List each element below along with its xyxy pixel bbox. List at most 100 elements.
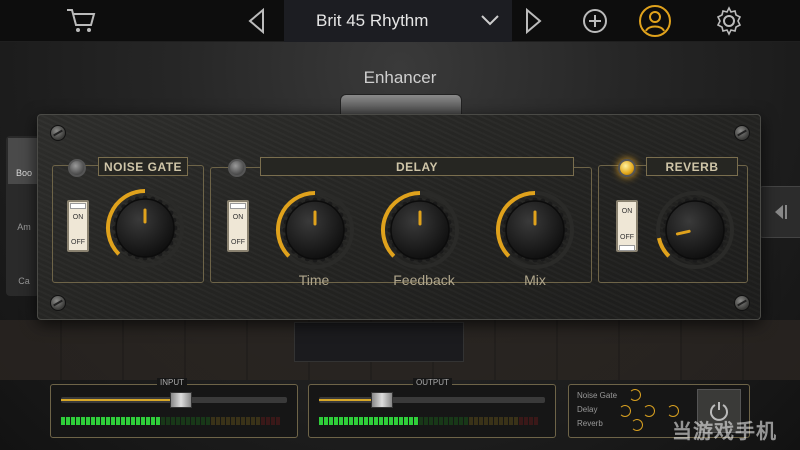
delay-led[interactable] <box>228 159 246 177</box>
output-slider-thumb[interactable] <box>371 392 393 408</box>
add-preset-button[interactable] <box>578 4 612 38</box>
level-led-segment <box>111 417 115 425</box>
level-led-segment <box>121 417 125 425</box>
level-led-segment <box>221 417 225 425</box>
knob-graphic <box>276 191 354 269</box>
level-led-segment <box>211 417 215 425</box>
output-meter-panel: OUTPUT <box>308 378 556 438</box>
level-led-segment <box>494 417 498 425</box>
settings-icon <box>716 6 742 36</box>
delay-mix-knob[interactable] <box>494 189 576 271</box>
level-led-segment <box>146 417 150 425</box>
mini-delay-label: Delay <box>577 405 598 414</box>
mini-knob[interactable] <box>643 405 655 417</box>
mini-noise-gate-label: Noise Gate <box>577 391 618 400</box>
effects-panel: NOISE GATE ON OFF DELAY ON OFF Time Feed… <box>37 114 761 320</box>
level-led-segment <box>384 417 388 425</box>
delay-mix-label: Mix <box>524 272 546 288</box>
level-led-segment <box>534 417 538 425</box>
next-icon <box>526 8 542 34</box>
reverb-led[interactable] <box>618 159 636 177</box>
screw <box>734 295 750 311</box>
level-led-segment <box>246 417 250 425</box>
level-led-segment <box>201 417 205 425</box>
switch-on-label: ON <box>72 214 84 221</box>
level-led-segment <box>181 417 185 425</box>
noise-gate-threshold-knob[interactable] <box>104 187 186 269</box>
watermark: 当游戏手机 <box>672 421 777 443</box>
reverb-switch[interactable]: ON OFF <box>616 200 638 252</box>
pedal-base <box>294 322 464 362</box>
level-led-segment <box>409 417 413 425</box>
level-led-segment <box>394 417 398 425</box>
level-led-segment <box>81 417 85 425</box>
output-gain-slider[interactable] <box>319 392 545 408</box>
preset-selector[interactable]: Brit 45 Rhythm <box>284 0 512 42</box>
cart-icon <box>67 9 96 32</box>
level-led-segment <box>529 417 533 425</box>
level-led-segment <box>156 417 160 425</box>
input-slider-thumb[interactable] <box>170 392 192 408</box>
knob-graphic <box>656 191 734 269</box>
reverb-label: REVERB <box>646 157 738 176</box>
level-led-segment <box>196 417 200 425</box>
delay-switch[interactable]: ON OFF <box>227 200 249 252</box>
delay-time-label: Time <box>298 272 330 288</box>
delay-time-knob[interactable] <box>274 189 356 271</box>
level-led-segment <box>186 417 190 425</box>
previous-preset-button[interactable] <box>240 4 274 38</box>
level-led-segment <box>91 417 95 425</box>
level-led-segment <box>136 417 140 425</box>
level-led-segment <box>434 417 438 425</box>
account-button[interactable] <box>638 4 672 38</box>
switch-on-label: ON <box>621 208 633 215</box>
mini-reverb-label: Reverb <box>577 419 603 428</box>
level-led-segment <box>349 417 353 425</box>
expand-right-tab[interactable] <box>759 186 800 238</box>
input-gain-slider[interactable] <box>61 392 287 408</box>
level-led-segment <box>266 417 270 425</box>
level-led-segment <box>176 417 180 425</box>
level-led-segment <box>489 417 493 425</box>
cart-button[interactable] <box>64 4 98 38</box>
level-led-segment <box>459 417 463 425</box>
level-led-segment <box>369 417 373 425</box>
level-led-segment <box>271 417 275 425</box>
switch-nub <box>619 245 635 251</box>
side-tabs: Boo Am Ca <box>6 136 40 296</box>
side-tab-amp[interactable]: Am <box>8 192 40 238</box>
switch-nub <box>70 203 86 209</box>
top-bar: Brit 45 Rhythm <box>0 0 800 42</box>
level-led-segment <box>226 417 230 425</box>
input-meter-title: INPUT <box>157 378 187 387</box>
mini-knob[interactable] <box>629 389 641 401</box>
level-led-segment <box>161 417 165 425</box>
previous-icon <box>248 8 264 34</box>
level-led-segment <box>236 417 240 425</box>
next-preset-button[interactable] <box>516 4 550 38</box>
settings-button[interactable] <box>712 4 746 38</box>
level-led-segment <box>429 417 433 425</box>
delay-feedback-knob[interactable] <box>379 189 461 271</box>
mini-knob[interactable] <box>631 419 643 431</box>
level-led-segment <box>439 417 443 425</box>
side-tab-cab[interactable]: Ca <box>8 246 40 292</box>
level-led-segment <box>131 417 135 425</box>
level-led-segment <box>364 417 368 425</box>
level-led-segment <box>76 417 80 425</box>
level-led-segment <box>479 417 483 425</box>
side-tab-boost[interactable]: Boo <box>8 138 40 184</box>
level-led-segment <box>474 417 478 425</box>
knob-graphic <box>106 189 184 267</box>
effect-title: Enhancer <box>363 68 437 87</box>
mini-knob[interactable] <box>619 405 631 417</box>
collapse-left-icon <box>775 205 787 219</box>
level-led-segment <box>519 417 523 425</box>
level-led-segment <box>141 417 145 425</box>
level-led-segment <box>231 417 235 425</box>
delay-feedback-label: Feedback <box>393 272 455 288</box>
level-led-segment <box>509 417 513 425</box>
noise-gate-led[interactable] <box>68 159 86 177</box>
reverb-amount-knob[interactable] <box>654 189 736 271</box>
noise-gate-switch[interactable]: ON OFF <box>67 200 89 252</box>
